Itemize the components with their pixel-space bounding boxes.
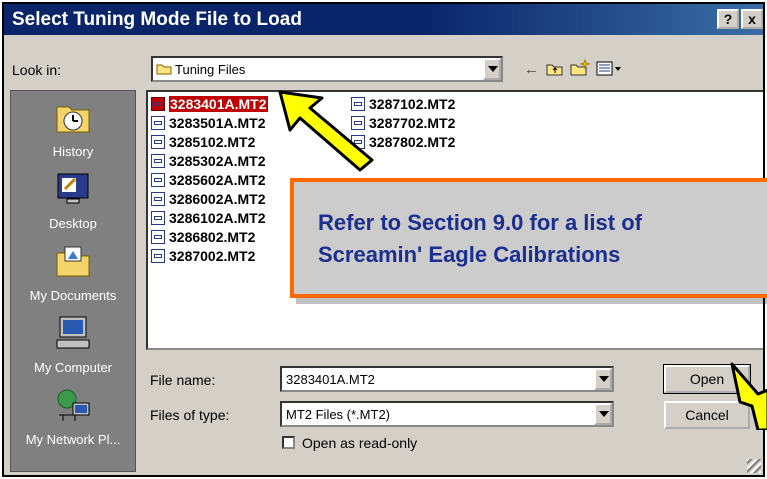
place-label: My Documents	[29, 288, 117, 303]
file-icon	[151, 135, 165, 149]
place-label: My Network Pl...	[25, 432, 121, 447]
file-name-label: File name:	[150, 372, 216, 388]
files-of-type-label: Files of type:	[150, 407, 230, 423]
window-title: Select Tuning Mode File to Load	[12, 9, 302, 30]
file-item[interactable]: 3286002A.MT2	[151, 191, 266, 210]
file-item[interactable]: 3285302A.MT2	[151, 153, 266, 172]
close-button[interactable]: x	[741, 9, 763, 29]
network-icon	[57, 389, 90, 421]
resize-grip[interactable]	[747, 459, 761, 473]
file-item[interactable]: 3286802.MT2	[151, 229, 255, 248]
file-name-chevron-down-icon[interactable]	[594, 368, 612, 390]
file-item[interactable]: 3287002.MT2	[151, 248, 255, 267]
places-bar: History Desktop My Documents My Computer…	[10, 90, 136, 472]
look-in-dropdown[interactable]: Tuning Files	[151, 56, 503, 82]
look-in-chevron-down-icon[interactable]	[483, 58, 501, 80]
callout-line-2: Screamin' Eagle Calibrations	[318, 242, 621, 267]
my-computer-icon	[56, 316, 90, 349]
file-icon	[151, 116, 165, 130]
back-arrow-icon[interactable]: ←	[524, 61, 539, 78]
new-folder-icon[interactable]	[570, 59, 590, 77]
file-name-combo[interactable]: 3283401A.MT2	[280, 366, 614, 392]
look-in-label: Look in:	[12, 62, 62, 78]
file-name-field[interactable]: 3283401A.MT2	[286, 372, 375, 387]
callout-line-1: Refer to Section 9.0 for a list of	[318, 210, 642, 235]
file-icon	[151, 211, 165, 225]
help-button[interactable]: ?	[717, 9, 739, 29]
pointer-arrow-icon	[730, 362, 767, 430]
file-item[interactable]: 3285102.MT2	[151, 134, 255, 153]
pointer-arrow-icon	[278, 90, 374, 172]
folder-icon	[156, 64, 172, 75]
file-icon	[151, 97, 165, 111]
file-item[interactable]: 3285602A.MT2	[151, 172, 266, 191]
file-icon	[151, 192, 165, 206]
view-menu-icon[interactable]	[596, 61, 622, 76]
place-history[interactable]: History	[11, 97, 135, 159]
place-label: Desktop	[49, 216, 97, 231]
place-my-network[interactable]: My Network Pl...	[11, 385, 135, 447]
place-my-documents[interactable]: My Documents	[11, 241, 135, 303]
desktop-icon	[57, 173, 89, 204]
file-item[interactable]: 3283501A.MT2	[151, 115, 266, 134]
files-of-type-chevron-down-icon[interactable]	[594, 403, 612, 425]
file-item[interactable]: 3286102A.MT2	[151, 210, 266, 229]
read-only-label: Open as read-only	[302, 435, 418, 451]
files-of-type-dropdown[interactable]: MT2 Files (*.MT2)	[280, 401, 614, 427]
annotation-callout: Refer to Section 9.0 for a list of Screa…	[290, 178, 767, 298]
place-desktop[interactable]: Desktop	[11, 169, 135, 231]
file-icon	[151, 230, 165, 244]
file-icon	[151, 154, 165, 168]
read-only-checkbox[interactable]	[282, 436, 295, 449]
my-documents-icon	[56, 246, 90, 277]
history-icon	[56, 106, 90, 133]
title-bar[interactable]: Select Tuning Mode File to Load ? x	[4, 4, 763, 35]
file-icon	[151, 173, 165, 187]
files-of-type-value: MT2 Files (*.MT2)	[286, 407, 390, 422]
place-my-computer[interactable]: My Computer	[11, 313, 135, 375]
file-item[interactable]: 3283401A.MT2	[151, 96, 268, 115]
place-label: My Computer	[33, 360, 113, 375]
place-label: History	[52, 144, 94, 159]
file-icon	[151, 249, 165, 263]
look-in-value: Tuning Files	[175, 62, 246, 77]
up-folder-icon[interactable]	[546, 61, 564, 77]
